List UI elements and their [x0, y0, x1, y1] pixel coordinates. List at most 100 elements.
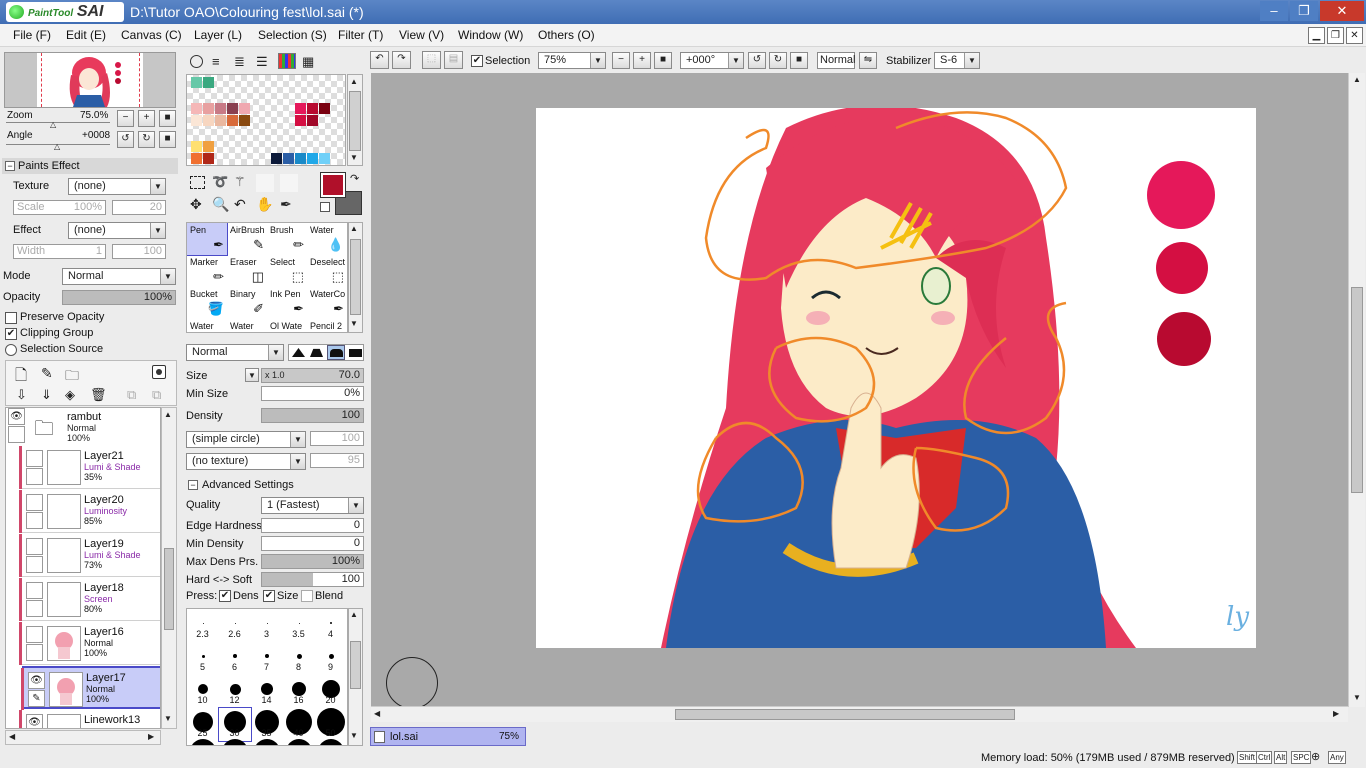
swap-colors-icon[interactable]: ↷	[350, 172, 359, 185]
layer-row[interactable]: 👁 Linework13	[19, 710, 160, 728]
rotate-right-button[interactable]: ↻	[138, 131, 155, 148]
texture-select[interactable]: (none) ▼	[68, 178, 166, 195]
redo-icon[interactable]: ↷	[392, 51, 411, 69]
restore-button[interactable]: ❐	[1290, 1, 1318, 21]
mask-icon[interactable]	[152, 365, 166, 379]
hard-soft-slider[interactable]: 100	[261, 572, 364, 587]
lasso-icon[interactable]: ➰	[212, 174, 228, 190]
collapse-icon[interactable]: −	[5, 161, 15, 171]
tool-deselect[interactable]: Deselect ⬚	[307, 255, 347, 287]
transparent-color-icon[interactable]	[320, 202, 330, 212]
minimize-button[interactable]: –	[1260, 1, 1288, 21]
primary-color[interactable]	[320, 172, 346, 198]
canvas-vscroll-thumb[interactable]	[1351, 287, 1363, 493]
tool-eraser[interactable]: Eraser ◫	[227, 255, 267, 287]
collapse-icon[interactable]: −	[188, 480, 198, 490]
menu-window[interactable]: Window (W)	[458, 28, 523, 42]
size-slider[interactable]: x 1.0 70.0	[261, 368, 364, 383]
nib-round-icon[interactable]	[310, 348, 323, 357]
min-size-slider[interactable]: 0%	[261, 386, 364, 401]
preserve-opacity-checkbox[interactable]	[5, 312, 17, 324]
advanced-settings-header[interactable]: − Advanced Settings	[186, 478, 364, 494]
quality-select[interactable]: 1 (Fastest) ▼	[261, 497, 364, 514]
rect-select-icon[interactable]	[190, 176, 205, 189]
brush-size-option[interactable]: 40	[283, 708, 315, 741]
layer-row[interactable]: Layer19 Lumi & Shade 73%	[19, 534, 160, 577]
merge-down-icon[interactable]: ⇓	[41, 387, 52, 403]
canvas-document[interactable]: ly	[536, 108, 1256, 648]
zoom-in-icon[interactable]: +	[633, 52, 651, 69]
swatch-grid[interactable]	[186, 74, 346, 166]
tool-marker[interactable]: Marker ✏	[187, 255, 227, 287]
layer-row[interactable]: Layer18 Screen 80%	[19, 578, 160, 621]
brush-size-option[interactable]: 14	[251, 675, 283, 708]
brush-size-option[interactable]: 3.5	[283, 609, 315, 642]
menu-filter[interactable]: Filter (T)	[338, 28, 383, 42]
brush-blend-select[interactable]: Normal ▼	[186, 344, 284, 361]
tool-ink-pen[interactable]: Ink Pen ✒	[267, 287, 307, 319]
layer-row[interactable]: Layer16 Normal 100%	[19, 622, 160, 665]
visibility-toggle[interactable]	[26, 582, 43, 599]
new-folder-icon[interactable]: 🗀	[65, 365, 79, 389]
lock-toggle[interactable]	[26, 644, 43, 661]
brush-size-option[interactable]: 6	[219, 642, 251, 675]
visibility-toggle[interactable]	[26, 538, 43, 555]
brush-size-option[interactable]: 5	[187, 642, 219, 675]
eyedropper-icon[interactable]: ✒	[280, 196, 292, 213]
size-range-dropdown[interactable]: ▼	[245, 368, 259, 382]
menu-selection[interactable]: Selection (S)	[258, 28, 327, 42]
press-size-checkbox[interactable]: ✔	[263, 590, 275, 602]
brush-size-option[interactable]: 30	[218, 707, 252, 742]
mdi-close-button[interactable]: ✕	[1346, 27, 1363, 44]
zoom-slider[interactable]	[6, 122, 110, 123]
tool-airbrush[interactable]: AirBrush ✎	[227, 223, 267, 255]
rotate-reset-icon[interactable]: ■	[790, 52, 808, 69]
menu-canvas[interactable]: Canvas (C)	[121, 28, 182, 42]
zoom-reset-button[interactable]: ■	[159, 110, 176, 127]
tool-pencil-2[interactable]: Pencil 2	[307, 319, 347, 332]
zoom-tool-icon[interactable]: 🔍	[212, 196, 229, 213]
flip-horizontal-icon[interactable]: ⇋	[859, 52, 877, 69]
layer-row[interactable]: Layer21 Lumi & Shade 35%	[19, 446, 160, 489]
clipping-group-checkbox[interactable]: ✔	[5, 328, 17, 340]
tool-binary[interactable]: Binary ✐	[227, 287, 267, 319]
color-wheel-icon[interactable]	[190, 55, 203, 68]
canvas-area[interactable]: ly	[371, 73, 1348, 709]
rotate-left-button[interactable]: ↺	[117, 131, 134, 148]
document-tab[interactable]: lol.sai 75%	[370, 727, 526, 746]
toolbar-zoom-select[interactable]: 75% ▼	[538, 52, 606, 69]
nib-pointed-icon[interactable]	[292, 348, 305, 357]
brush-size-option[interactable]: 10	[187, 675, 219, 708]
selection-checkbox[interactable]: ✔	[471, 55, 483, 67]
layer-folder[interactable]: 👁 🗀 rambut Normal 100%	[6, 408, 160, 444]
rotation-select[interactable]: +000° ▼	[680, 52, 744, 69]
brush-size-option[interactable]: 2.3	[187, 609, 219, 642]
min-density-slider[interactable]: 0	[261, 536, 364, 551]
mdi-minimize-button[interactable]: ▁	[1308, 27, 1325, 44]
tool-ol-wate[interactable]: Ol Wate	[267, 319, 307, 332]
pen-icon[interactable]: ✎	[28, 690, 45, 707]
edge-hardness-slider[interactable]: 0	[261, 518, 364, 533]
tool-waterco[interactable]: WaterCo ✒	[307, 287, 347, 319]
eye-icon[interactable]: 👁	[28, 672, 45, 689]
menu-others[interactable]: Others (O)	[538, 28, 595, 42]
brush-size-option[interactable]: 35	[251, 708, 283, 741]
close-button[interactable]: ✕	[1320, 1, 1364, 21]
undo-icon[interactable]: ↶	[370, 51, 389, 69]
brush-size-option[interactable]: 3	[251, 609, 283, 642]
layers-scroll-thumb[interactable]	[164, 548, 174, 630]
brush-size-option[interactable]: 25	[187, 708, 219, 741]
brush-size-option[interactable]: 4	[315, 609, 347, 642]
brush-size-option[interactable]: 16	[283, 675, 315, 708]
paints-effect-header[interactable]: − Paints Effect	[2, 158, 178, 174]
layer-row[interactable]: 👁 ✎ Layer17 Normal 100%	[21, 666, 160, 711]
tool-bucket[interactable]: Bucket 🪣	[187, 287, 227, 319]
tool-water[interactable]: Water	[187, 319, 227, 332]
clear-layer-icon[interactable]: ◈	[65, 387, 75, 403]
max-dens-slider[interactable]: 100%	[261, 554, 364, 569]
rotate-tool-icon[interactable]: ↶	[234, 196, 246, 213]
lock-toggle[interactable]	[8, 426, 25, 443]
layer-opacity-slider[interactable]: 100%	[62, 290, 176, 305]
tool-scrollbar[interactable]: ▲ ▼	[348, 222, 363, 333]
lock-toggle[interactable]	[26, 600, 43, 617]
